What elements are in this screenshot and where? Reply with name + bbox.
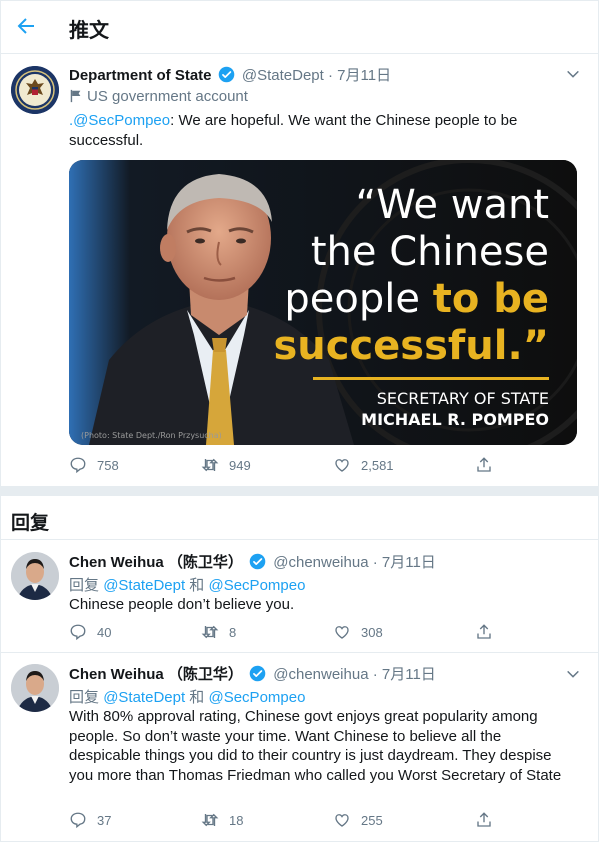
author-handle[interactable]: @StateDept [242, 67, 324, 84]
reply-icon [70, 624, 86, 641]
retweet-icon [201, 458, 219, 472]
like-icon [335, 814, 349, 827]
retweet-icon [201, 625, 219, 639]
quote-open-mark: “ [355, 182, 376, 228]
svg-text:“We want: “We want [355, 182, 549, 228]
svg-text:successful.”: successful.” [273, 323, 549, 369]
retweet-icon [201, 813, 219, 827]
reply-and: 和 [189, 577, 205, 594]
reply-button[interactable]: 40 [69, 623, 111, 641]
section-separator [0, 486, 599, 496]
share-button[interactable] [475, 811, 503, 829]
author-name[interactable]: Chen Weihua （陈卫华） [69, 666, 243, 683]
avatar[interactable] [11, 552, 59, 600]
flag-icon [70, 89, 81, 103]
mention-link[interactable]: @StateDept [103, 577, 185, 594]
retweet-count: 18 [229, 812, 244, 828]
share-button[interactable] [475, 456, 503, 474]
mention-link[interactable]: @SecPompeo [208, 577, 305, 594]
svg-text:people to be: people to be [284, 276, 549, 322]
tweet-author-line: Department of State @StateDept · 7月11日 [69, 64, 391, 85]
tweet-actions: 758 949 2,581 [69, 456, 499, 476]
speaker-name: MICHAEL R. POMPEO [361, 410, 549, 429]
reply-count: 37 [97, 812, 112, 828]
government-account-label: US government account [69, 88, 248, 105]
retweet-button[interactable]: 949 [201, 456, 251, 474]
quote-line-4: successful. [273, 323, 522, 369]
back-arrow-icon[interactable] [14, 14, 38, 38]
share-icon [477, 457, 491, 472]
tweet-date[interactable]: 7月11日 [382, 666, 436, 683]
like-count: 308 [361, 624, 383, 640]
gov-label-text: US government account [87, 88, 248, 105]
quote-line-3a: people [284, 276, 432, 322]
person-avatar-icon [11, 664, 59, 712]
quote-line-1: We want [376, 182, 549, 228]
person-avatar-icon [11, 552, 59, 600]
author-name[interactable]: Department of State [69, 67, 212, 84]
author-handle[interactable]: @chenweihua [273, 666, 368, 683]
quote-line-3b: to be [433, 276, 549, 322]
share-icon [477, 624, 491, 639]
separator-dot: · [372, 666, 378, 683]
verified-badge-icon [218, 66, 234, 83]
tweet-text: Chinese people don’t believe you. [69, 596, 295, 613]
mention-link[interactable]: @StateDept [103, 689, 185, 706]
reply-prefix: 回复 [69, 577, 100, 594]
tweet-text: With 80% approval rating, Chinese govt e… [69, 708, 562, 784]
tweet-date[interactable]: 7月11日 [337, 67, 391, 84]
author-name[interactable]: Chen Weihua （陈卫华） [69, 554, 243, 571]
author-handle[interactable]: @chenweihua [273, 554, 368, 571]
state-seal-icon [11, 66, 59, 114]
quote-close-mark: ” [523, 323, 549, 369]
separator-dot: · [372, 554, 378, 571]
share-icon [477, 812, 491, 827]
avatar[interactable] [11, 664, 59, 712]
tweet-date[interactable]: 7月11日 [382, 554, 436, 571]
tweet-actions: 40 8 308 [69, 623, 499, 643]
like-button[interactable]: 2,581 [333, 456, 394, 474]
tweet-text: .@SecPompeo: We are hopeful. We want the… [69, 111, 569, 150]
replying-to-line: 回复 @StateDept 和 @SecPompeo [69, 686, 305, 707]
tweet-author-line: Chen Weihua （陈卫华） @chenweihua · 7月11日 [69, 551, 436, 572]
reply-count: 758 [97, 457, 119, 473]
retweet-count: 8 [229, 624, 237, 640]
mention-link[interactable]: @SecPompeo [73, 112, 170, 129]
photo-credit: (Photo: State Dept./Ron Przysucha) [81, 431, 222, 440]
like-count: 2,581 [361, 457, 394, 473]
tweet-image[interactable]: “We want the Chinese people to be succes… [69, 160, 577, 445]
reply-prefix: 回复 [69, 689, 100, 706]
separator-dot: · [327, 67, 333, 84]
reply-button[interactable]: 758 [69, 456, 119, 474]
speaker-role: SECRETARY OF STATE [377, 389, 549, 408]
quote-line-2: the Chinese [311, 229, 549, 275]
tweet-author-line: Chen Weihua （陈卫华） @chenweihua · 7月11日 [69, 663, 436, 684]
reply-button[interactable]: 37 [69, 811, 111, 829]
like-count: 255 [361, 812, 383, 828]
like-icon [335, 626, 349, 639]
verified-badge-icon [249, 665, 266, 682]
chevron-down-icon[interactable] [565, 66, 581, 82]
share-button[interactable] [475, 623, 503, 641]
avatar[interactable] [11, 66, 59, 114]
replies-heading: 回复 [11, 513, 50, 534]
chevron-down-icon[interactable] [565, 666, 581, 682]
retweet-button[interactable]: 8 [201, 623, 236, 641]
page-title: 推文 [69, 20, 109, 42]
verified-badge-icon [249, 553, 266, 570]
like-icon [335, 459, 349, 472]
reply-icon [70, 812, 86, 829]
tweet-actions: 37 18 255 [69, 811, 499, 831]
like-button[interactable]: 308 [333, 623, 383, 641]
reply-and: 和 [189, 689, 205, 706]
mention-link[interactable]: @SecPompeo [208, 689, 305, 706]
retweet-count: 949 [229, 457, 251, 473]
quote-graphic: “We want the Chinese people to be succes… [69, 160, 577, 445]
reply-icon [70, 457, 86, 474]
header-bar: 推文 [0, 0, 599, 54]
reply-count: 40 [97, 624, 112, 640]
replying-to-line: 回复 @StateDept 和 @SecPompeo [69, 574, 305, 595]
retweet-button[interactable]: 18 [201, 811, 243, 829]
like-button[interactable]: 255 [333, 811, 383, 829]
